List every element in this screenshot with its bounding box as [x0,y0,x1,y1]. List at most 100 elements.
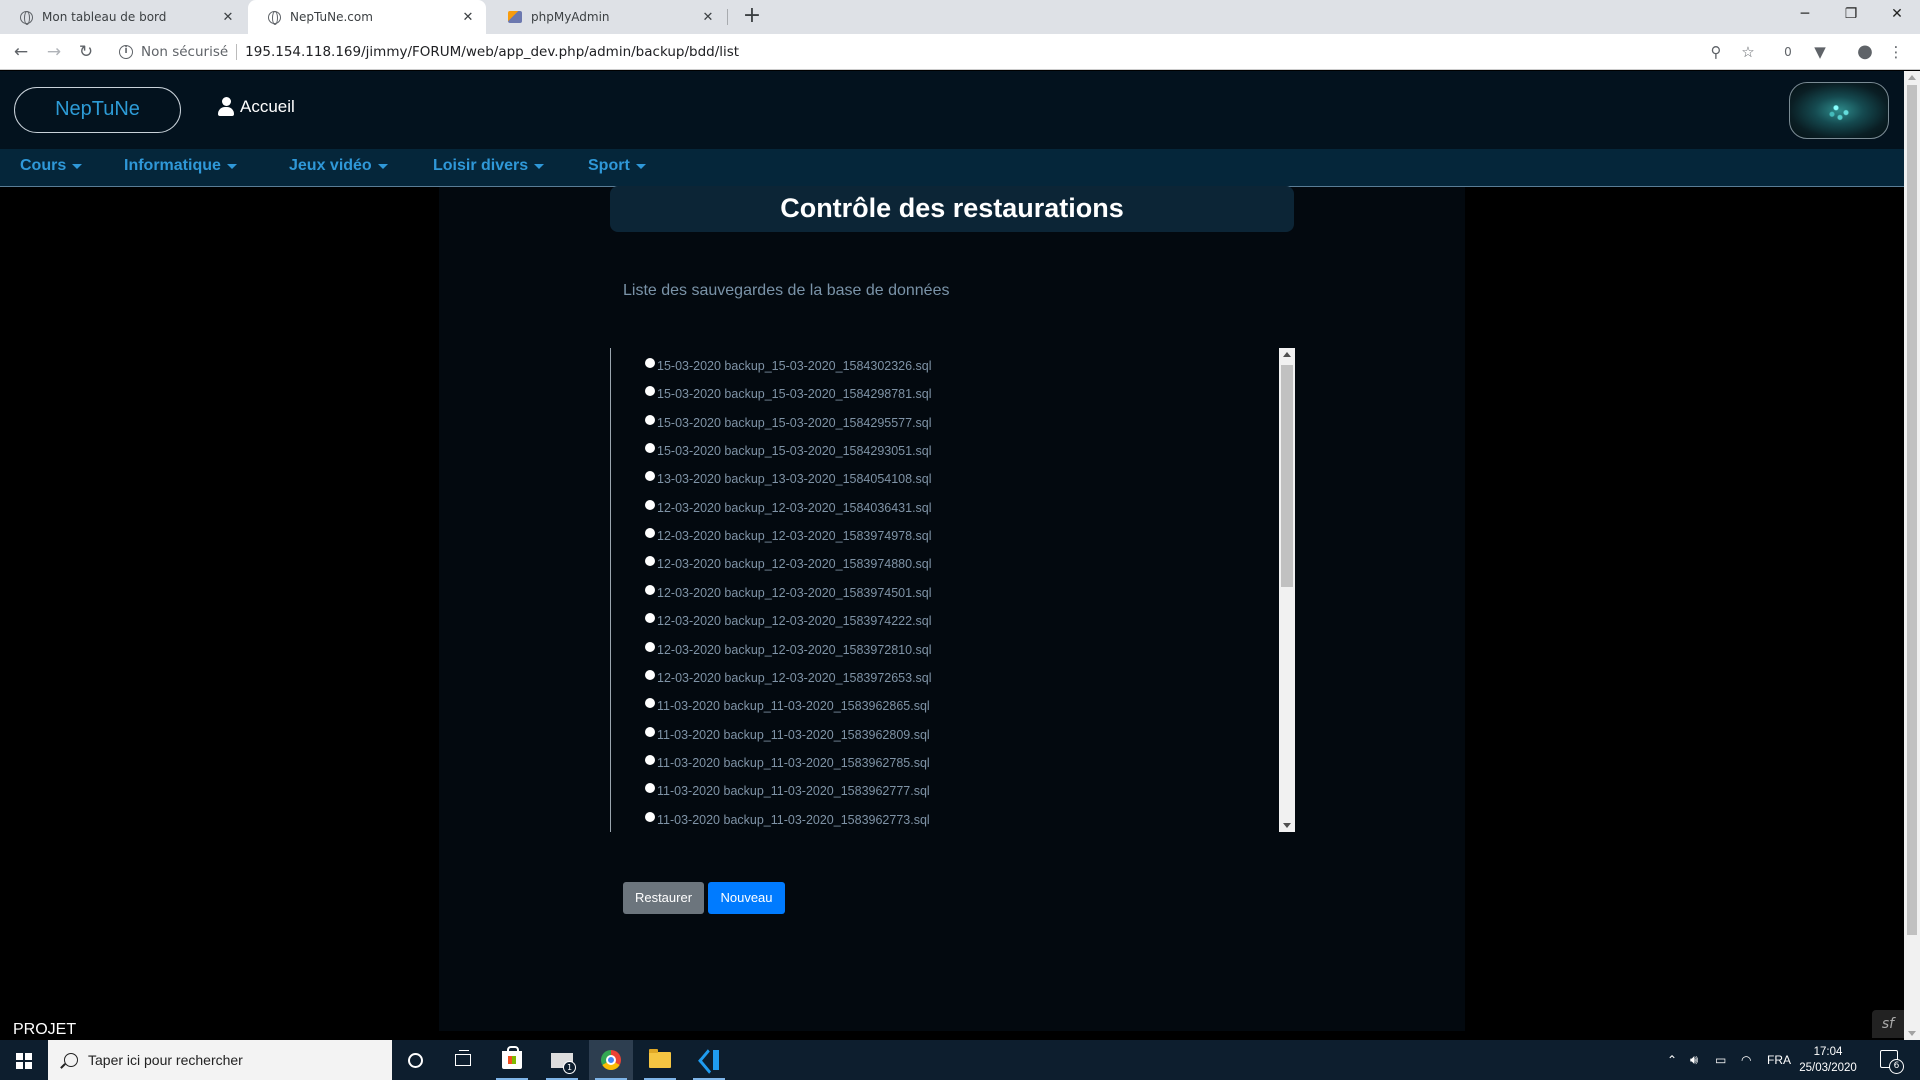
url-text[interactable]: 195.154.118.169/jimmy/FORUM/web/app_dev.… [245,44,739,60]
extension-icon[interactable]: 0 [1778,42,1798,62]
backup-list-item[interactable]: 15-03-2020 backup_15-03-2020_1584295577.… [645,413,932,433]
backup-radio[interactable] [645,584,655,595]
backup-radio[interactable] [645,358,655,368]
backup-radio[interactable] [645,811,655,822]
brand-logo-button[interactable]: NepTuNe [14,87,181,133]
backup-radio[interactable] [645,471,655,482]
reload-icon[interactable]: ↻ [74,40,98,64]
taskbar-mail[interactable]: 1 [540,1040,584,1080]
taskbar-store[interactable] [490,1040,534,1080]
clock-date: 25/03/2020 [1799,1062,1857,1074]
backup-filename: 12-03-2020 backup_12-03-2020_1583974501.… [657,585,932,600]
backup-radio[interactable] [645,386,655,397]
backup-list-item[interactable]: 12-03-2020 backup_12-03-2020_1583974978.… [645,526,932,546]
scroll-thumb[interactable] [1281,365,1293,587]
forward-arrow-icon[interactable]: → [42,40,66,64]
page-scrollbar[interactable] [1904,71,1920,1040]
backup-radio[interactable] [645,613,655,624]
star-icon[interactable]: ☆ [1738,42,1758,62]
backup-radio[interactable] [645,556,655,567]
phpmyadmin-icon [508,11,522,23]
wifi-icon[interactable]: ◠ [1741,1040,1751,1080]
new-tab-button[interactable]: + [738,4,766,30]
new-backup-button[interactable]: Nouveau [708,882,785,914]
menu-icon[interactable]: ⋮ [1886,42,1906,62]
taskbar-chrome[interactable] [589,1040,633,1080]
taskbar-vscode[interactable] [687,1040,731,1080]
backup-radio[interactable] [645,726,655,737]
avatar[interactable] [1789,82,1889,139]
backup-list-item[interactable]: 11-03-2020 backup_11-03-2020_1583962785.… [645,753,930,773]
minimize-button[interactable]: ─ [1782,0,1828,30]
backup-list-item[interactable]: 15-03-2020 backup_15-03-2020_1584293051.… [645,441,932,461]
symfony-toolbar-toggle[interactable]: sf [1872,1010,1904,1038]
clock[interactable]: 17:04 25/03/2020 [1793,1044,1863,1076]
backup-radio[interactable] [645,783,655,794]
nav-item-informatique[interactable]: Informatique [124,157,237,175]
filter-extension-icon[interactable]: ▼ [1810,42,1830,62]
list-scrollbar[interactable] [1279,348,1295,832]
taskbar-search-box[interactable]: Taper ici pour rechercher [48,1040,392,1080]
backup-list-item[interactable]: 12-03-2020 backup_12-03-2020_1583972653.… [645,668,932,688]
tab-title: phpMyAdmin [531,10,610,24]
backup-list-item[interactable]: 13-03-2020 backup_13-03-2020_1584054108.… [645,469,932,489]
close-icon[interactable]: ✕ [220,10,236,25]
backup-list-item[interactable]: 12-03-2020 backup_12-03-2020_1583974880.… [645,554,932,574]
backup-list-item[interactable]: 11-03-2020 backup_11-03-2020_1583962809.… [645,725,930,745]
scroll-up-icon[interactable] [1283,352,1291,357]
info-icon[interactable]: i [119,45,133,59]
tab-neptune[interactable]: NepTuNe.com ✕ [248,0,486,34]
backup-list-item[interactable]: 12-03-2020 backup_12-03-2020_1583974222.… [645,611,932,631]
backup-filename: 12-03-2020 backup_12-03-2020_1583972810.… [657,642,932,657]
backup-list-item[interactable]: 12-03-2020 backup_12-03-2020_1583974501.… [645,583,932,603]
backup-radio[interactable] [645,754,655,765]
backup-list-item[interactable]: 15-03-2020 backup_15-03-2020_1584302326.… [645,356,932,376]
backup-radio[interactable] [645,528,655,539]
backup-radio[interactable] [645,698,655,709]
backup-list-item[interactable]: 11-03-2020 backup_11-03-2020_1583962777.… [645,781,930,801]
security-label: Non sécurisé [141,44,229,60]
backup-radio[interactable] [645,443,655,454]
backup-radio[interactable] [645,414,655,425]
backup-list-item[interactable]: 12-03-2020 backup_12-03-2020_1583972810.… [645,640,932,660]
nav-item-sport[interactable]: Sport [588,157,646,175]
backup-list-item[interactable]: 11-03-2020 backup_11-03-2020_1583962865.… [645,696,930,716]
home-link[interactable]: Accueil [218,97,295,117]
battery-icon[interactable]: ▭ [1715,1040,1726,1080]
home-label: Accueil [240,97,295,116]
scroll-down-icon[interactable] [1908,1031,1916,1036]
scroll-up-icon[interactable] [1908,75,1916,80]
volume-icon[interactable]: 🔊︎ [1690,1040,1698,1080]
restore-button[interactable]: Restaurer [623,882,704,914]
profile-icon[interactable]: ● [1855,42,1875,62]
task-view-icon [455,1050,471,1066]
scroll-down-icon[interactable] [1283,823,1291,828]
back-arrow-icon[interactable]: ← [9,40,33,64]
close-icon[interactable]: ✕ [460,10,476,25]
task-view-button[interactable] [441,1040,485,1080]
zoom-icon[interactable]: ⚲ [1706,42,1726,62]
backup-radio[interactable] [645,641,655,652]
backup-radio[interactable] [645,499,655,510]
backup-list-item[interactable]: 11-03-2020 backup_11-03-2020_1583962773.… [645,810,930,830]
close-window-button[interactable]: ✕ [1874,0,1920,30]
backup-list[interactable]: 15-03-2020 backup_15-03-2020_1584302326.… [610,348,1295,832]
nav-item-cours[interactable]: Cours [20,157,83,175]
nav-item-loisir-divers[interactable]: Loisir divers [433,157,545,175]
tab-mon-tableau-de-bord[interactable]: Mon tableau de bord ✕ [0,0,246,34]
restore-window-button[interactable]: ❐ [1828,0,1874,30]
scroll-thumb[interactable] [1907,85,1917,935]
tab-phpmyadmin[interactable]: phpMyAdmin ✕ [488,0,726,34]
start-button[interactable] [0,1040,48,1080]
address-bar[interactable]: i Non sécurisé 195.154.118.169/jimmy/FOR… [110,38,1760,66]
backup-list-item[interactable]: 12-03-2020 backup_12-03-2020_1584036431.… [645,498,932,518]
taskbar-file-explorer[interactable] [638,1040,682,1080]
show-hidden-icons-button[interactable]: ⌃ [1667,1040,1677,1080]
close-icon[interactable]: ✕ [700,10,716,25]
nav-item-jeux-video[interactable]: Jeux vidéo [289,157,388,175]
cortana-button[interactable] [393,1040,437,1080]
backup-list-item[interactable]: 15-03-2020 backup_15-03-2020_1584298781.… [645,384,932,404]
browser-tab-strip: Mon tableau de bord ✕ NepTuNe.com ✕ phpM… [0,0,1920,34]
language-indicator[interactable]: FRA [1767,1040,1791,1080]
backup-radio[interactable] [645,669,655,680]
